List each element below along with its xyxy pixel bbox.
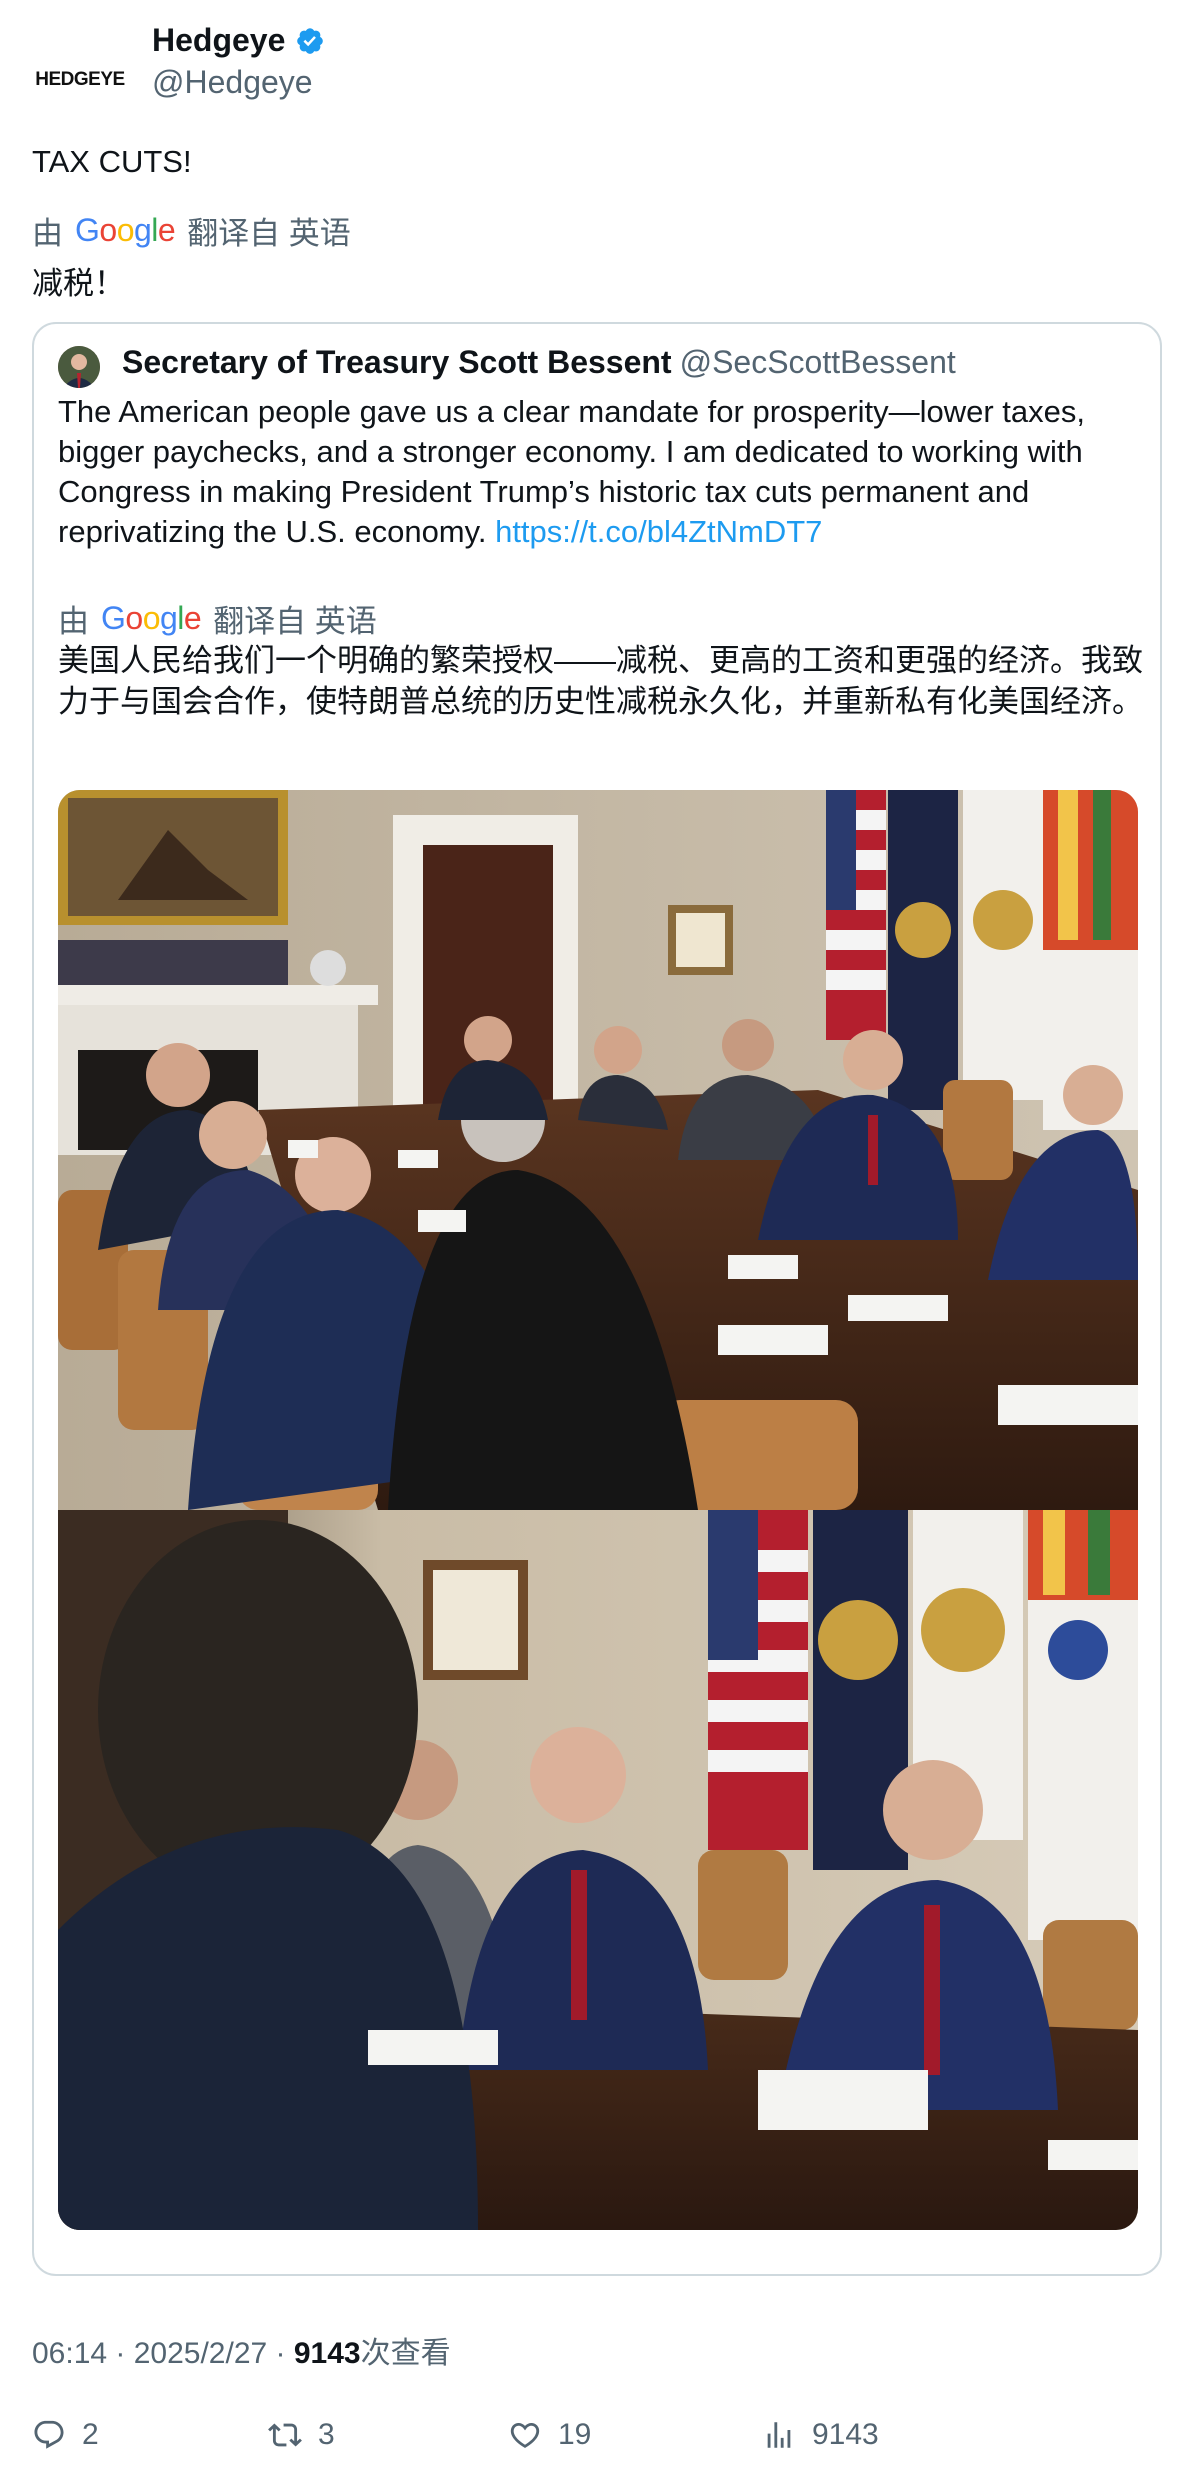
tweet-timestamp[interactable]: 06:14 · 2025/2/27 · <box>32 2337 294 2370</box>
quoted-author-avatar[interactable] <box>58 346 100 388</box>
google-logo-icon: Google <box>75 212 176 248</box>
analytics-icon <box>767 2422 791 2448</box>
retweet-count: 3 <box>318 2418 335 2451</box>
reply-icon <box>34 2420 64 2449</box>
translation-attribution: 由 Google 翻译自 英语 <box>32 208 351 253</box>
author-name-row[interactable]: Hedgeye <box>152 22 325 59</box>
quoted-translate-prefix: 由 <box>58 604 89 639</box>
author-handle[interactable]: @Hedgeye <box>152 64 313 101</box>
reply-button[interactable]: 2 <box>32 2418 99 2452</box>
like-count: 19 <box>558 2418 592 2451</box>
meeting-photo-1[interactable] <box>58 790 1138 1510</box>
translated-tweet-text: 减税！ <box>32 266 125 301</box>
retweet-button[interactable]: 3 <box>268 2418 335 2452</box>
quoted-tweet-text: The American people gave us a clear mand… <box>58 392 1148 552</box>
retweet-icon <box>268 2423 302 2447</box>
reply-count: 2 <box>82 2418 99 2451</box>
view-count: 9143 <box>293 2337 361 2370</box>
author-avatar[interactable]: HEDGEYE <box>32 32 128 128</box>
translate-suffix: 翻译自 英语 <box>187 216 351 251</box>
verified-badge-icon <box>297 27 324 54</box>
quoted-translate-suffix: 翻译自 英语 <box>213 604 377 639</box>
heart-icon <box>510 2422 540 2448</box>
tweet-text: TAX CUTS! <box>32 144 192 179</box>
like-button[interactable]: 19 <box>508 2418 591 2452</box>
quoted-translation-attribution: 由 Google 翻译自 英语 <box>58 596 377 641</box>
quoted-author-handle[interactable]: @SecScottBessent <box>680 344 956 380</box>
tweet-meta: 06:14 · 2025/2/27 · 9143次查看 <box>32 2328 451 2372</box>
quoted-google-logo-icon: Google <box>101 600 202 636</box>
quoted-media-gallery[interactable] <box>58 790 1138 2230</box>
quoted-avatar-image <box>58 346 100 388</box>
quoted-author-name[interactable]: Secretary of Treasury Scott Bessent <box>122 344 672 380</box>
translate-prefix: 由 <box>32 216 63 251</box>
author-avatar-logo: HEDGEYE <box>35 69 125 90</box>
quoted-author-row[interactable]: Secretary of Treasury Scott Bessent @SecS… <box>122 344 956 381</box>
views-count: 9143 <box>812 2418 879 2451</box>
author-name[interactable]: Hedgeye <box>152 22 285 59</box>
view-count-suffix: 次查看 <box>360 2337 451 2370</box>
views-button[interactable]: 9143 <box>762 2418 879 2452</box>
quoted-tweet-link[interactable]: https://t.co/bl4ZtNmDT7 <box>495 514 822 549</box>
meeting-photo-2[interactable] <box>58 1510 1138 2230</box>
quoted-translated-text: 美国人民给我们一个明确的繁荣授权——减税、更高的工资和更强的经济。我致力于与国会… <box>58 643 1143 719</box>
